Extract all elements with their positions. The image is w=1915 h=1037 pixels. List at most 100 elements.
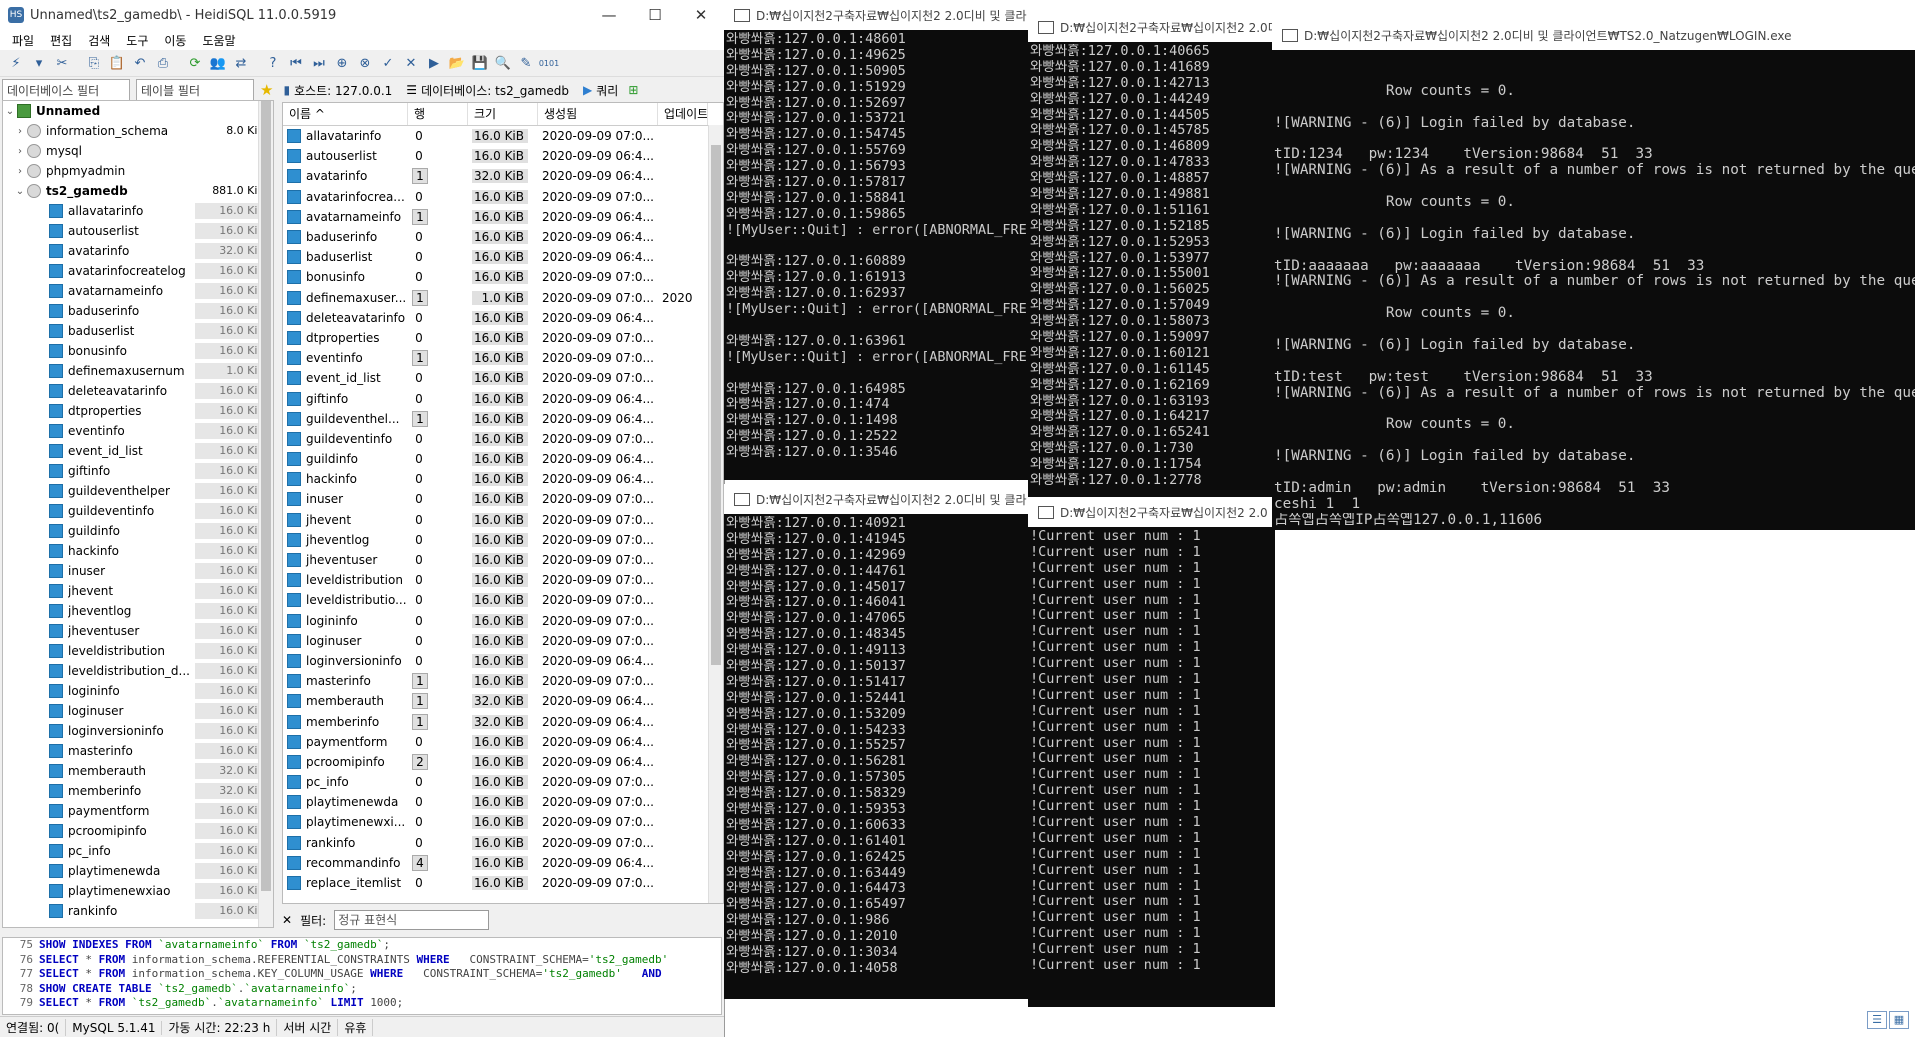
table-row[interactable]: playtimenewda 0 16.0 KiB 2020-09-09 07:0... — [283, 792, 723, 812]
tree-table-item[interactable]: giftinfo 16.0 KiB — [3, 461, 273, 481]
table-row[interactable]: replace_itemlist 0 16.0 KiB 2020-09-09 07:0… — [283, 873, 723, 893]
database-filter-input[interactable]: 데이터베이스 필터 — [2, 79, 130, 101]
tree-table-item[interactable]: inuser 16.0 KiB — [3, 561, 273, 581]
tree-table-item[interactable]: jheventlog 16.0 KiB — [3, 601, 273, 621]
console-titlebar[interactable]: D:₩십이지천2구축자료₩십이지천2 2.0디비 및 클라 — [724, 484, 1030, 514]
menu-help[interactable]: 도움말 — [194, 32, 243, 49]
col-header-name[interactable]: 이름 ^ — [283, 103, 408, 125]
menu-navigate[interactable]: 이동 — [156, 32, 194, 49]
menu-search[interactable]: 검색 — [80, 32, 118, 49]
col-header-updated[interactable]: 업데이트 — [658, 103, 708, 125]
table-row[interactable]: guildeventhel... 1 16.0 KiB 2020-09-09 06:4… — [283, 409, 723, 429]
tree-table-item[interactable]: memberinfo 32.0 KiB — [3, 781, 273, 801]
table-row[interactable]: definemaxuser... 1 1.0 KiB 2020-09-09 07:0.… — [283, 288, 723, 308]
table-row[interactable]: leveldistributio... 0 16.0 KiB 2020-09-09 0… — [283, 590, 723, 610]
tab-query[interactable]: ▶ 쿼리 — [579, 82, 622, 99]
console-titlebar[interactable]: D:₩십이지천2구축자료₩십이지천2 2.0 — [1028, 497, 1278, 527]
last-icon[interactable]: ⏭ — [309, 53, 329, 73]
console-titlebar[interactable]: D:₩십이지천2구축자료₩십이지천2 2.0디비 및 클라 — [724, 0, 1030, 30]
expand-icon[interactable]: › — [13, 146, 27, 157]
table-row[interactable]: logininfo 0 16.0 KiB 2020-09-09 07:0... — [283, 611, 723, 631]
tree-table-item[interactable]: loginuser 16.0 KiB — [3, 701, 273, 721]
table-row[interactable]: hackinfo 0 16.0 KiB 2020-09-09 06:4... — [283, 469, 723, 489]
tree-table-item[interactable]: pc_info 16.0 KiB — [3, 841, 273, 861]
tree-table-item[interactable]: deleteavatarinfo 16.0 KiB — [3, 381, 273, 401]
table-row[interactable]: playtimenewxi... 0 16.0 KiB 2020-09-09 07:0… — [283, 812, 723, 832]
table-row[interactable]: guildinfo 0 16.0 KiB 2020-09-09 06:4... — [283, 449, 723, 469]
run-icon[interactable]: ▶ — [424, 53, 444, 73]
tree-database-item[interactable]: › phpmyadmin — [3, 161, 273, 181]
paste-icon[interactable]: 📋 — [107, 53, 127, 73]
tree-table-item[interactable]: loginversioninfo 16.0 KiB — [3, 721, 273, 741]
console-window-3[interactable]: D:₩십이지천2구축자료₩십이지천2 2.0디비 및 클라 와빵쏴흙:127.0… — [724, 484, 1030, 999]
refresh-icon[interactable]: ⟳ — [185, 53, 205, 73]
table-row[interactable]: autouserlist 0 16.0 KiB 2020-09-09 06:4... — [283, 146, 723, 166]
table-row[interactable]: pc_info 0 16.0 KiB 2020-09-09 07:0... — [283, 772, 723, 792]
table-row[interactable]: recommandinfo 4 16.0 KiB 2020-09-09 06:4... — [283, 853, 723, 873]
table-row[interactable]: jhevent 0 16.0 KiB 2020-09-09 07:0... — [283, 510, 723, 530]
console-titlebar[interactable]: D:₩십이지천2구축자료₩십이지천2 2.0디비 및 클라이언트₩TS2.0_N… — [1272, 20, 1915, 50]
format-icon[interactable]: ✎ — [516, 53, 536, 73]
tree-table-item[interactable]: avatarnameinfo 16.0 KiB — [3, 281, 273, 301]
close-filter-icon[interactable]: ✕ — [282, 913, 292, 927]
tree-table-item[interactable]: jheventuser 16.0 KiB — [3, 621, 273, 641]
collapse-icon[interactable]: ⌄ — [3, 106, 17, 117]
table-row[interactable]: event_id_list 0 16.0 KiB 2020-09-09 07:0... — [283, 368, 723, 388]
table-row[interactable]: avatarinfo 1 32.0 KiB 2020-09-09 06:4... — [283, 166, 723, 186]
tree-table-item[interactable]: bonusinfo 16.0 KiB — [3, 341, 273, 361]
tree-table-item[interactable]: playtimenewxiao 16.0 KiB — [3, 881, 273, 901]
tree-table-item[interactable]: memberauth 32.0 KiB — [3, 761, 273, 781]
col-header-size[interactable]: 크기 — [468, 103, 538, 125]
new-tab-icon[interactable]: ⊞ — [628, 83, 638, 97]
table-row[interactable]: rankinfo 0 16.0 KiB 2020-09-09 07:0... — [283, 833, 723, 853]
tree-table-item[interactable]: playtimenewda 16.0 KiB — [3, 861, 273, 881]
table-row[interactable]: allavatarinfo 0 16.0 KiB 2020-09-09 07:0... — [283, 126, 723, 146]
tree-table-item[interactable]: avatarinfo 32.0 KiB — [3, 241, 273, 261]
tree-table-item[interactable]: eventinfo 16.0 KiB — [3, 421, 273, 441]
delete-row-icon[interactable]: ⊗ — [355, 53, 375, 73]
console-window-1[interactable]: D:₩십이지천2구축자료₩십이지천2 2.0디비 및 클라 와빵쏴흙:127.0… — [724, 0, 1030, 480]
export-icon[interactable]: ⇄ — [231, 53, 251, 73]
minimize-button[interactable]: — — [586, 6, 632, 24]
tree-database-item[interactable]: › mysql — [3, 141, 273, 161]
expand-icon[interactable]: › — [13, 126, 27, 137]
tab-host[interactable]: ▮ 호스트: 127.0.0.1 — [279, 82, 396, 99]
dropdown-icon[interactable]: ▾ — [29, 53, 49, 73]
menu-file[interactable]: 파일 — [4, 32, 42, 49]
regex-filter-input[interactable]: 정규 표현식 — [334, 910, 490, 930]
menu-edit[interactable]: 편집 — [42, 32, 80, 49]
binary-icon[interactable]: 0101 — [539, 53, 559, 73]
table-row[interactable]: loginversioninfo 0 16.0 KiB 2020-09-09 06:4… — [283, 651, 723, 671]
tree-table-item[interactable]: logininfo 16.0 KiB — [3, 681, 273, 701]
table-row[interactable]: pcroomipinfo 2 16.0 KiB 2020-09-09 06:4... — [283, 752, 723, 772]
table-row[interactable]: guildeventinfo 0 16.0 KiB 2020-09-09 07:0..… — [283, 429, 723, 449]
tree-table-item[interactable]: dtproperties 16.0 KiB — [3, 401, 273, 421]
table-row[interactable]: bonusinfo 0 16.0 KiB 2020-09-09 07:0... — [283, 267, 723, 287]
table-row[interactable]: jheventuser 0 16.0 KiB 2020-09-09 07:0... — [283, 550, 723, 570]
list-view-icon[interactable]: ☰ — [1867, 1011, 1887, 1029]
menu-tools[interactable]: 도구 — [118, 32, 156, 49]
cancel-icon[interactable]: ✕ — [401, 53, 421, 73]
save-icon[interactable]: 💾 — [470, 53, 490, 73]
help-icon[interactable]: ? — [263, 53, 283, 73]
tree-table-item[interactable]: pcroomipinfo 16.0 KiB — [3, 821, 273, 841]
table-filter-input[interactable]: 테이블 필터 — [136, 79, 254, 101]
tree-table-item[interactable]: rankinfo 16.0 KiB — [3, 901, 273, 921]
table-row[interactable]: deleteavatarinfo 0 16.0 KiB 2020-09-09 06:4… — [283, 308, 723, 328]
tree-table-item[interactable]: baduserinfo 16.0 KiB — [3, 301, 273, 321]
copy-icon[interactable]: ⎘ — [84, 53, 104, 73]
tab-database[interactable]: ☰ 데이터베이스: ts2_gamedb — [402, 82, 573, 99]
table-row[interactable]: jheventlog 0 16.0 KiB 2020-09-09 07:0... — [283, 530, 723, 550]
tree-table-item[interactable]: guildeventhelper 16.0 KiB — [3, 481, 273, 501]
login-console-window[interactable]: D:₩십이지천2구축자료₩십이지천2 2.0디비 및 클라이언트₩TS2.0_N… — [1272, 20, 1915, 530]
open-icon[interactable]: 📂 — [447, 53, 467, 73]
table-row[interactable]: giftinfo 0 16.0 KiB 2020-09-09 06:4... — [283, 388, 723, 408]
tree-table-item[interactable]: autouserlist 16.0 KiB — [3, 221, 273, 241]
grid-scrollbar[interactable] — [708, 125, 723, 903]
favorite-star-icon[interactable]: ★ — [260, 81, 273, 99]
console-window-4[interactable]: D:₩십이지천2구축자료₩십이지천2 2.0 !Current user num… — [1028, 497, 1278, 1007]
post-icon[interactable]: ✓ — [378, 53, 398, 73]
detail-view-icon[interactable]: ▦ — [1889, 1011, 1909, 1029]
tree-scrollbar[interactable] — [258, 101, 273, 927]
table-row[interactable]: memberauth 1 32.0 KiB 2020-09-09 06:4... — [283, 691, 723, 711]
